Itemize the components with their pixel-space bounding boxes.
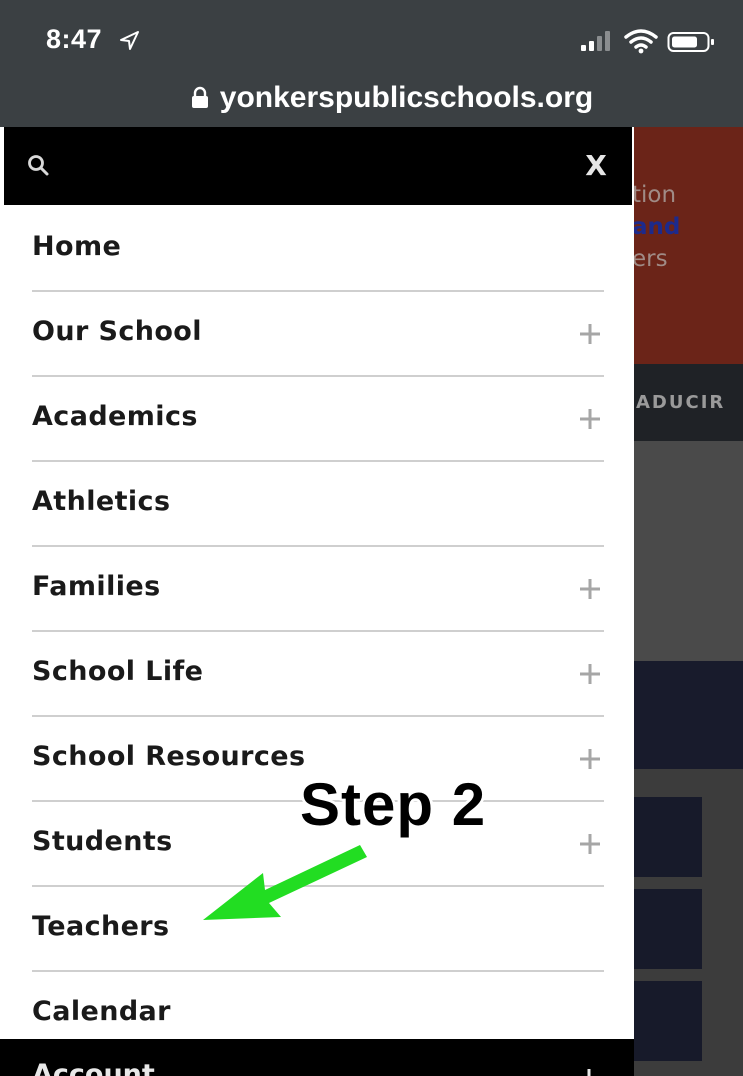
close-label: X xyxy=(585,148,607,182)
step-annotation: Step 2 xyxy=(300,771,487,838)
url-text: yonkerspublicschools.org xyxy=(219,81,594,114)
address-bar[interactable]: yonkerspublicschools.org xyxy=(0,78,743,118)
background-card xyxy=(632,797,702,877)
menu-item-athletics[interactable]: Athletics xyxy=(32,462,604,547)
close-menu-button[interactable]: X xyxy=(576,145,616,185)
banner-line-1: tion xyxy=(632,182,677,208)
banner-line-3: ers xyxy=(632,246,668,272)
menu-item-label: Home xyxy=(32,231,122,262)
menu-item-home[interactable]: Home xyxy=(32,207,604,292)
search-icon[interactable] xyxy=(26,153,52,179)
menu-item-academics[interactable]: Academics xyxy=(32,377,604,462)
lock-icon xyxy=(191,86,208,108)
status-time: 8:47 xyxy=(46,24,103,54)
search-bar[interactable]: X xyxy=(4,127,632,205)
translate-label: ADUCIR xyxy=(636,392,726,413)
plus-icon[interactable] xyxy=(578,662,602,686)
plus-icon[interactable] xyxy=(578,407,602,431)
menu-item-families[interactable]: Families xyxy=(32,547,604,632)
browser-chrome: 8:47 yonkerspublicschools.org xyxy=(0,0,743,127)
cellular-signal-icon xyxy=(581,31,610,51)
location-arrow-icon xyxy=(120,31,139,50)
menu-item-label: Families xyxy=(32,571,161,602)
menu-item-label: School Resources xyxy=(32,741,306,772)
wifi-icon xyxy=(624,29,658,54)
menu-item-label: Our School xyxy=(32,316,202,347)
navigation-drawer: X Home Our School Academics Athletics Famili… xyxy=(0,127,634,1076)
background-card xyxy=(632,889,702,969)
battery-icon xyxy=(667,32,714,52)
menu-item-label: Teachers xyxy=(32,911,170,942)
menu-item-school-life[interactable]: School Life xyxy=(32,632,604,717)
account-label: Account xyxy=(32,1059,155,1076)
menu-item-label: Athletics xyxy=(32,486,171,517)
menu-item-label: School Life xyxy=(32,656,204,687)
plus-icon[interactable] xyxy=(578,747,602,771)
menu-item-label: Calendar xyxy=(32,996,171,1027)
banner-line-2: and xyxy=(632,214,681,240)
menu-item-label: Students xyxy=(32,826,173,857)
plus-icon[interactable] xyxy=(578,832,602,856)
background-card xyxy=(632,981,702,1061)
account-bar[interactable]: Account xyxy=(0,1039,634,1076)
menu-item-our-school[interactable]: Our School xyxy=(32,292,604,377)
menu-item-label: Academics xyxy=(32,401,198,432)
background-banner-text: tion and ers xyxy=(632,179,743,275)
plus-icon[interactable] xyxy=(578,577,602,601)
plus-icon[interactable] xyxy=(578,322,602,346)
plus-icon[interactable] xyxy=(578,1067,600,1076)
green-arrow-icon xyxy=(203,845,367,920)
